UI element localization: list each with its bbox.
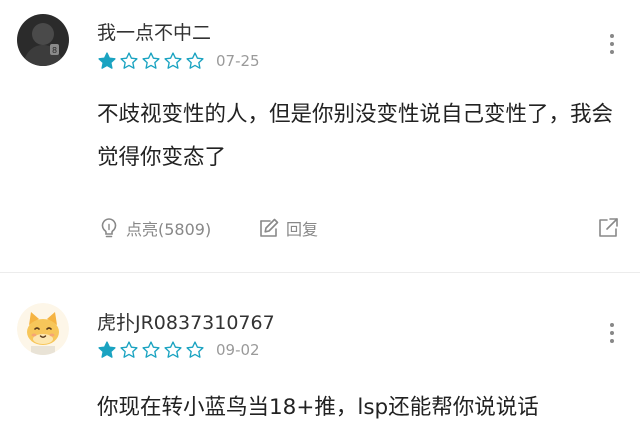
share-button[interactable] xyxy=(596,213,620,243)
share-icon xyxy=(599,218,618,237)
avatar[interactable]: 8 xyxy=(17,14,69,66)
star-filled-icon xyxy=(98,341,116,358)
svg-text:8: 8 xyxy=(52,46,57,55)
star-empty-icon xyxy=(142,341,160,358)
avatar[interactable] xyxy=(17,303,69,355)
star-empty-icon xyxy=(186,341,204,358)
rating-row: 09-02 xyxy=(97,339,260,361)
comment-text: 你现在转小蓝鸟当18+推，lsp还能帮你说说话 xyxy=(97,395,539,420)
star-rating xyxy=(97,340,207,360)
dark-photo-avatar-icon: 8 xyxy=(17,14,69,66)
lightbulb-icon xyxy=(101,218,117,238)
edit-icon xyxy=(260,218,279,237)
username[interactable]: 虎扑JR0837310767 xyxy=(97,308,275,335)
reply-button[interactable]: 回复 xyxy=(257,213,318,243)
star-empty-icon xyxy=(142,52,160,69)
comment-date: 07-25 xyxy=(216,52,260,70)
more-options-button[interactable] xyxy=(604,321,620,345)
rating-row: 07-25 xyxy=(97,50,260,72)
star-empty-icon xyxy=(164,52,182,69)
star-empty-icon xyxy=(186,52,204,69)
star-empty-icon xyxy=(120,52,138,69)
more-vertical-icon xyxy=(610,323,614,343)
reply-label: 回复 xyxy=(286,220,319,239)
comment-item: 虎扑JR0837310767 09-02 你现在转小蓝鸟当18+推，lsp还能帮… xyxy=(0,273,640,446)
more-vertical-icon xyxy=(610,34,614,54)
comment-text: 不歧视变性的人，但是你别没变性说自己变性了，我会觉得你变态了 xyxy=(97,102,614,170)
comment-item: 8 我一点不中二 07-25 不歧视变性的人，但是你别没变性说自己变性了，我会觉… xyxy=(0,0,640,272)
like-count-label: 点亮(5809) xyxy=(126,220,212,239)
username[interactable]: 我一点不中二 xyxy=(97,18,211,45)
like-button[interactable]: 点亮(5809) xyxy=(97,213,211,243)
more-options-button[interactable] xyxy=(604,32,620,56)
star-empty-icon xyxy=(120,341,138,358)
comment-actions: 点亮(5809) 回复 xyxy=(97,213,620,243)
star-empty-icon xyxy=(164,341,182,358)
cartoon-cat-avatar-icon xyxy=(17,303,69,355)
star-filled-icon xyxy=(98,52,116,69)
star-rating xyxy=(97,51,207,71)
comment-date: 09-02 xyxy=(216,341,260,359)
